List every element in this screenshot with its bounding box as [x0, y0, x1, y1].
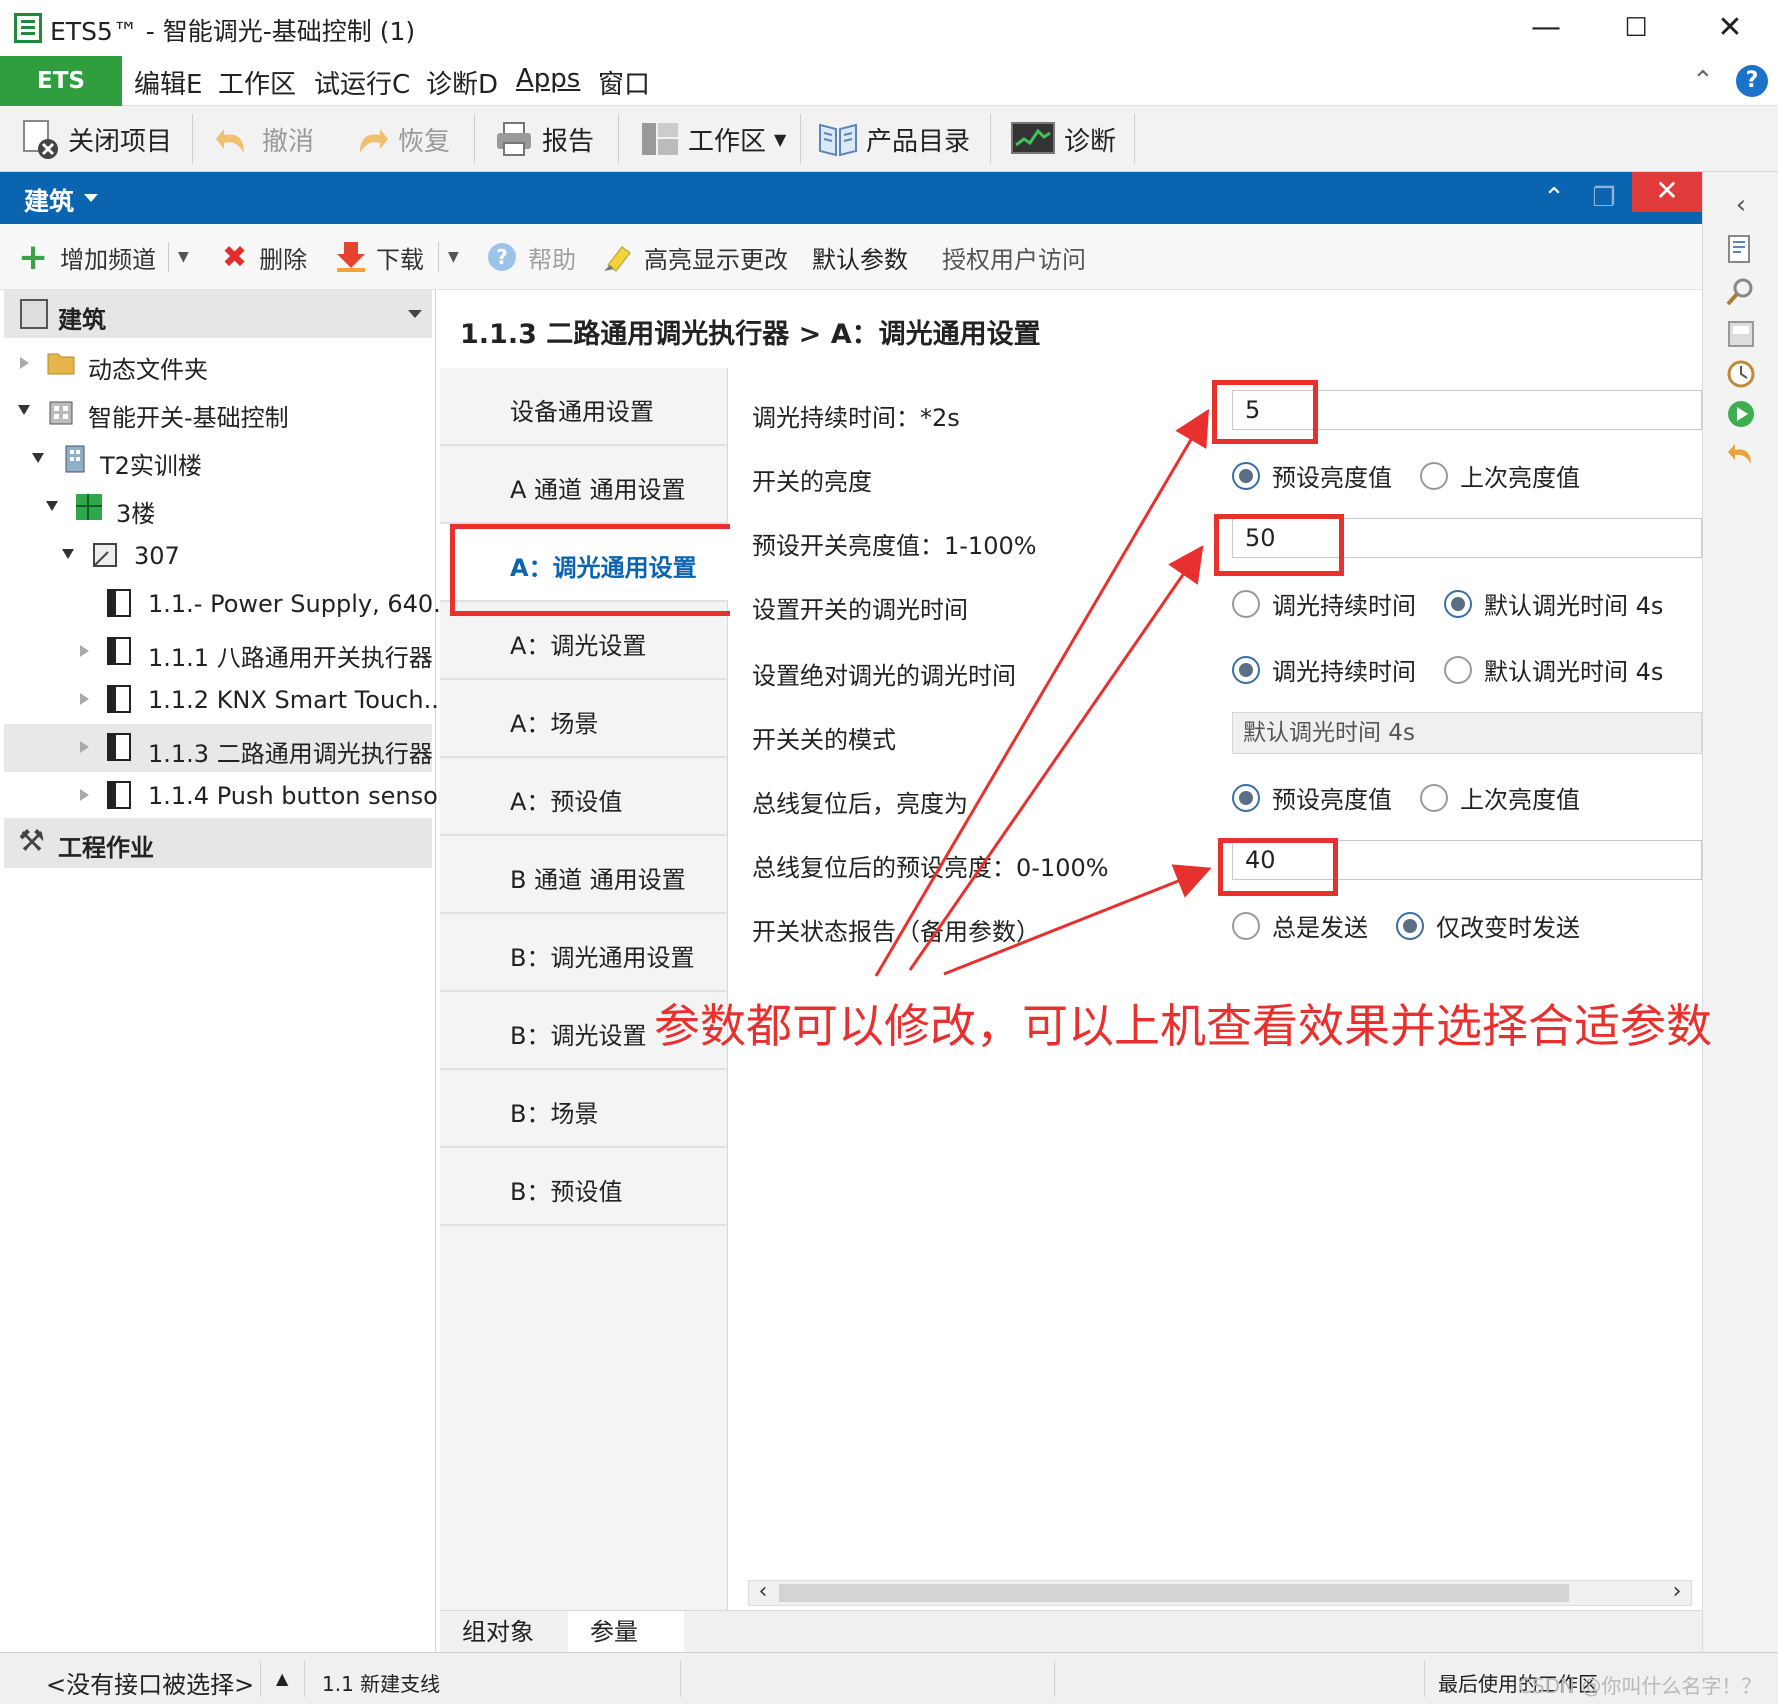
- status-divider: [260, 1661, 261, 1697]
- scroll-right-arrow-icon[interactable]: ›: [1665, 1581, 1689, 1605]
- status-bar: <没有接口被选择> ▲ 1.1 新建支线 最后使用的工作区: [0, 1652, 1778, 1704]
- annotation-arrow: [908, 545, 1204, 971]
- annotation-text: 参数都可以修改，可以上机查看效果并选择合适参数: [654, 999, 1712, 1053]
- scrollbar-thumb[interactable]: [779, 1584, 1569, 1602]
- horizontal-scrollbar[interactable]: ‹ ›: [748, 1580, 1692, 1606]
- interface-status[interactable]: <没有接口被选择>: [46, 1665, 254, 1700]
- annotation-arrow: [874, 408, 1210, 977]
- interface-up-icon[interactable]: ▲: [276, 1669, 288, 1688]
- scroll-left-arrow-icon[interactable]: ‹: [751, 1581, 775, 1605]
- tab-group-objects[interactable]: 组对象: [440, 1611, 556, 1653]
- current-line: 1.1 新建支线: [322, 1672, 441, 1696]
- annotation-arrows: [874, 408, 1212, 977]
- status-divider: [1424, 1661, 1425, 1697]
- watermark-text: CSDN @你叫什么名字！？: [1518, 1674, 1762, 1698]
- tab-parameters[interactable]: 参量: [568, 1611, 684, 1653]
- bottom-tab-bar: 组对象 参量: [440, 1610, 1702, 1653]
- status-divider: [680, 1661, 681, 1697]
- annotation-arrow: [943, 864, 1212, 976]
- status-divider: [1054, 1661, 1055, 1697]
- status-divider: [304, 1661, 305, 1697]
